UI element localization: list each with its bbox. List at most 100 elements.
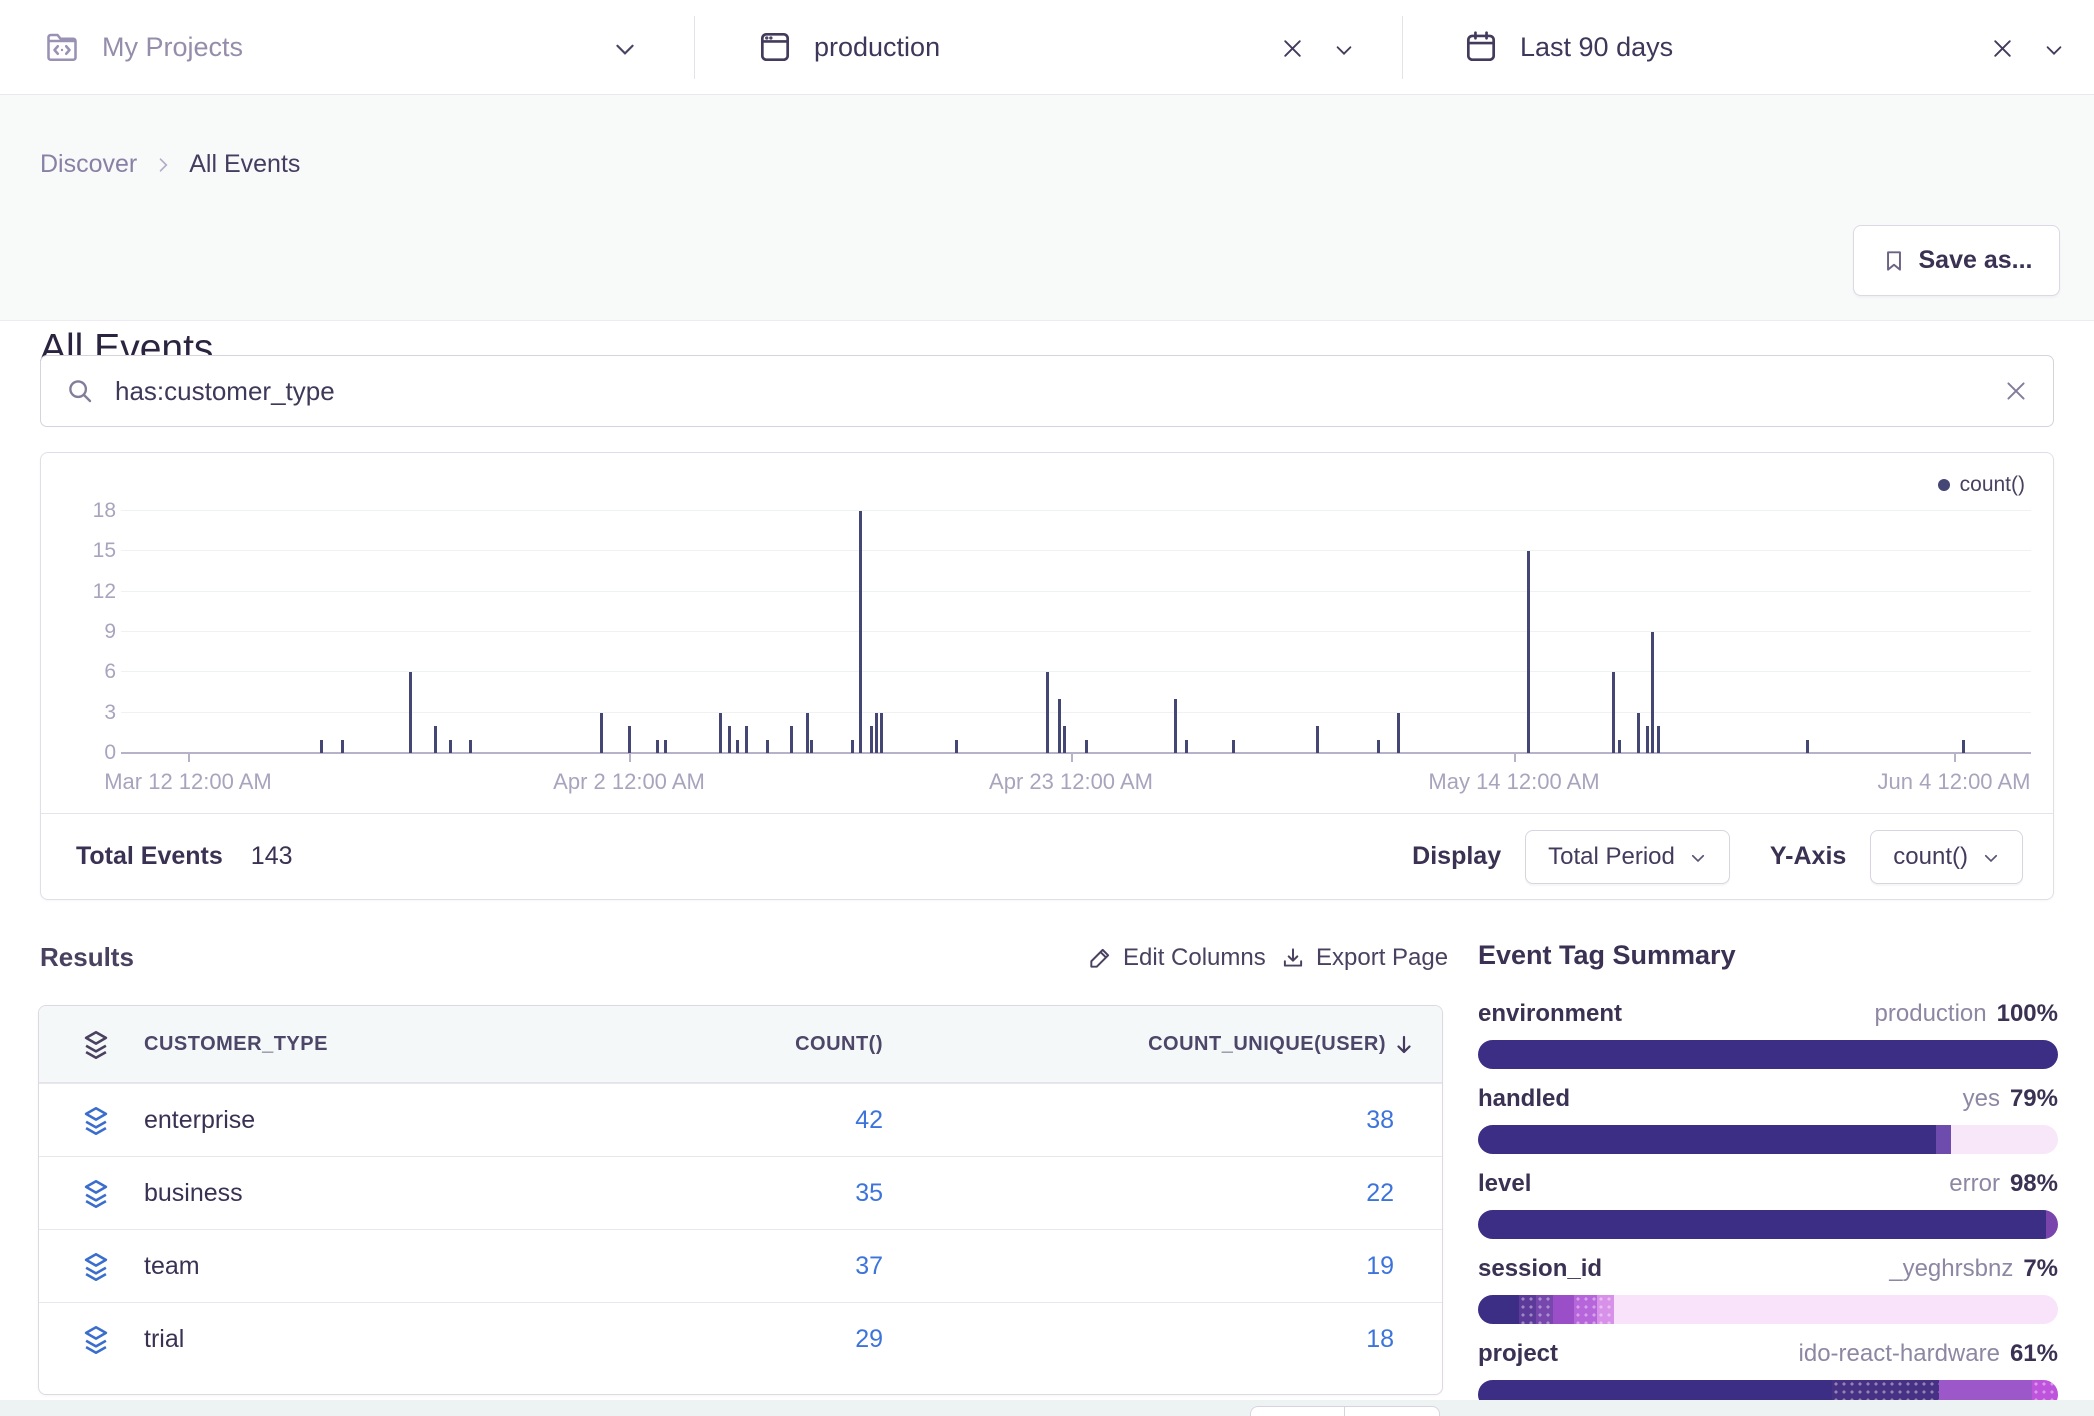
chart-bar <box>1397 713 1400 753</box>
projects-icon <box>44 29 80 65</box>
project-selector[interactable]: My Projects <box>44 0 243 94</box>
tag-key: level <box>1478 1170 1531 1198</box>
chart-bar <box>1316 726 1319 753</box>
cell-count-unique[interactable]: 18 <box>1174 1303 1394 1376</box>
legend-series-label: count() <box>1960 473 2025 497</box>
tag-bar-segment[interactable] <box>2046 1210 2058 1239</box>
layers-icon[interactable] <box>79 1026 113 1064</box>
layers-icon[interactable] <box>79 1102 113 1140</box>
tag-bar <box>1478 1210 2058 1239</box>
search-input[interactable] <box>115 376 1983 407</box>
chart-bar <box>875 713 878 753</box>
layers-icon[interactable] <box>79 1248 113 1286</box>
tag-bar-segment[interactable] <box>1553 1295 1573 1324</box>
pagination-next-button[interactable]: › <box>1345 1406 1440 1416</box>
column-header-count[interactable]: COUNT() <box>663 1006 883 1083</box>
project-chevron-down-icon[interactable] <box>612 36 638 62</box>
chart-bar <box>1377 740 1380 753</box>
chart-bar <box>1612 672 1615 753</box>
sort-arrow-down-icon <box>1392 1033 1416 1057</box>
tag-key: handled <box>1478 1085 1570 1113</box>
cell-count[interactable]: 29 <box>663 1303 883 1376</box>
cell-customer-type: trial <box>144 1303 184 1376</box>
tag-bar-segment[interactable] <box>1478 1040 2058 1069</box>
chart-bar <box>870 726 873 753</box>
chart-bar <box>736 740 739 753</box>
pencil-icon <box>1087 945 1113 971</box>
y-axis-tick-label: 3 <box>56 701 116 725</box>
gridline <box>121 591 2031 592</box>
filter-divider <box>1402 16 1403 79</box>
x-axis-line <box>121 752 2031 754</box>
tag-bar-segment[interactable] <box>1519 1295 1536 1324</box>
y-axis-tick-label: 0 <box>56 741 116 765</box>
chart-bar <box>1063 726 1066 753</box>
tag-bar-segment[interactable] <box>1478 1125 1936 1154</box>
table-row: business3522 <box>39 1156 1442 1229</box>
date-chevron-down-icon[interactable] <box>2043 39 2065 61</box>
gridline <box>121 510 2031 511</box>
cell-count[interactable]: 35 <box>663 1157 883 1230</box>
cell-count[interactable]: 37 <box>663 1230 883 1303</box>
column-header-count-unique[interactable]: COUNT_UNIQUE(USER) <box>1056 1006 1416 1083</box>
y-axis-dropdown[interactable]: count() <box>1870 830 2023 884</box>
search-clear-icon[interactable] <box>2003 378 2029 404</box>
environment-filter[interactable]: production <box>756 0 940 94</box>
layers-icon[interactable] <box>79 1321 113 1359</box>
results-table-header: CUSTOMER_TYPE COUNT() COUNT_UNIQUE(USER) <box>39 1006 1442 1083</box>
tag-percent: 100% <box>1997 1000 2058 1028</box>
tag-bar-segment[interactable] <box>1536 1295 1553 1324</box>
search-icon <box>65 376 95 406</box>
cell-count-unique[interactable]: 19 <box>1174 1230 1394 1303</box>
chart-bar <box>810 740 813 753</box>
cell-count-unique[interactable]: 22 <box>1174 1157 1394 1230</box>
display-dropdown-value: Total Period <box>1548 843 1675 871</box>
date-range-value: Last 90 days <box>1520 32 1673 63</box>
tag-bar-segment[interactable] <box>1597 1295 1614 1324</box>
tag-bar-segment[interactable] <box>1574 1295 1597 1324</box>
chart-legend: count() <box>1938 473 2025 497</box>
save-as-button[interactable]: Save as... <box>1853 225 2060 296</box>
export-page-button[interactable]: Export Page <box>1280 944 1448 972</box>
tag-bar-segment[interactable] <box>1478 1295 1519 1324</box>
chart-bar <box>790 726 793 753</box>
chart-bar <box>719 713 722 753</box>
environment-clear-icon[interactable] <box>1280 36 1305 61</box>
chart-bar <box>434 726 437 753</box>
tag-bar-segment[interactable] <box>1614 1295 2058 1324</box>
x-axis-tick-label: Jun 4 12:00 AM <box>1878 769 2031 795</box>
tag-bar <box>1478 1295 2058 1324</box>
chart-bar <box>766 740 769 753</box>
layers-icon[interactable] <box>79 1175 113 1213</box>
cell-count-unique[interactable]: 38 <box>1174 1084 1394 1157</box>
edit-columns-button[interactable]: Edit Columns <box>1087 944 1266 972</box>
tag-percent: 79% <box>2010 1085 2058 1113</box>
gridline <box>121 631 2031 632</box>
chart-bar <box>409 672 412 753</box>
chevron-down-icon <box>1689 849 1707 867</box>
global-filter-bar: My Projects production <box>0 0 2094 95</box>
tag-bar-segment[interactable] <box>1951 1125 2058 1154</box>
tag-percent: 61% <box>2010 1340 2058 1368</box>
chart-bar <box>449 740 452 753</box>
event-tag-summary-heading: Event Tag Summary <box>1478 940 1736 971</box>
breadcrumb-discover-link[interactable]: Discover <box>40 150 137 179</box>
tag-bar-segment[interactable] <box>1936 1125 1951 1154</box>
pagination-previous-button[interactable]: ‹ <box>1250 1406 1345 1416</box>
date-clear-icon[interactable] <box>1990 36 2015 61</box>
tag-key: session_id <box>1478 1255 1602 1283</box>
date-range-filter[interactable]: Last 90 days <box>1462 0 1673 94</box>
display-dropdown[interactable]: Total Period <box>1525 830 1730 884</box>
cell-count[interactable]: 42 <box>663 1084 883 1157</box>
tag-bar <box>1478 1040 2058 1069</box>
environment-filter-value: production <box>814 32 940 63</box>
y-axis-dropdown-value: count() <box>1893 843 1968 871</box>
total-events-value: 143 <box>251 842 293 871</box>
tag-bar-segment[interactable] <box>1478 1210 2046 1239</box>
chart-bar <box>1058 699 1061 753</box>
environment-chevron-down-icon[interactable] <box>1333 39 1355 61</box>
y-axis-tick-label: 12 <box>56 580 116 604</box>
column-header-customer-type[interactable]: CUSTOMER_TYPE <box>144 1006 328 1083</box>
tag-group-level: levelerror98% <box>1478 1170 2058 1255</box>
events-chart-card: count() 0369121518Mar 12 12:00 AMApr 2 1… <box>40 452 2054 900</box>
